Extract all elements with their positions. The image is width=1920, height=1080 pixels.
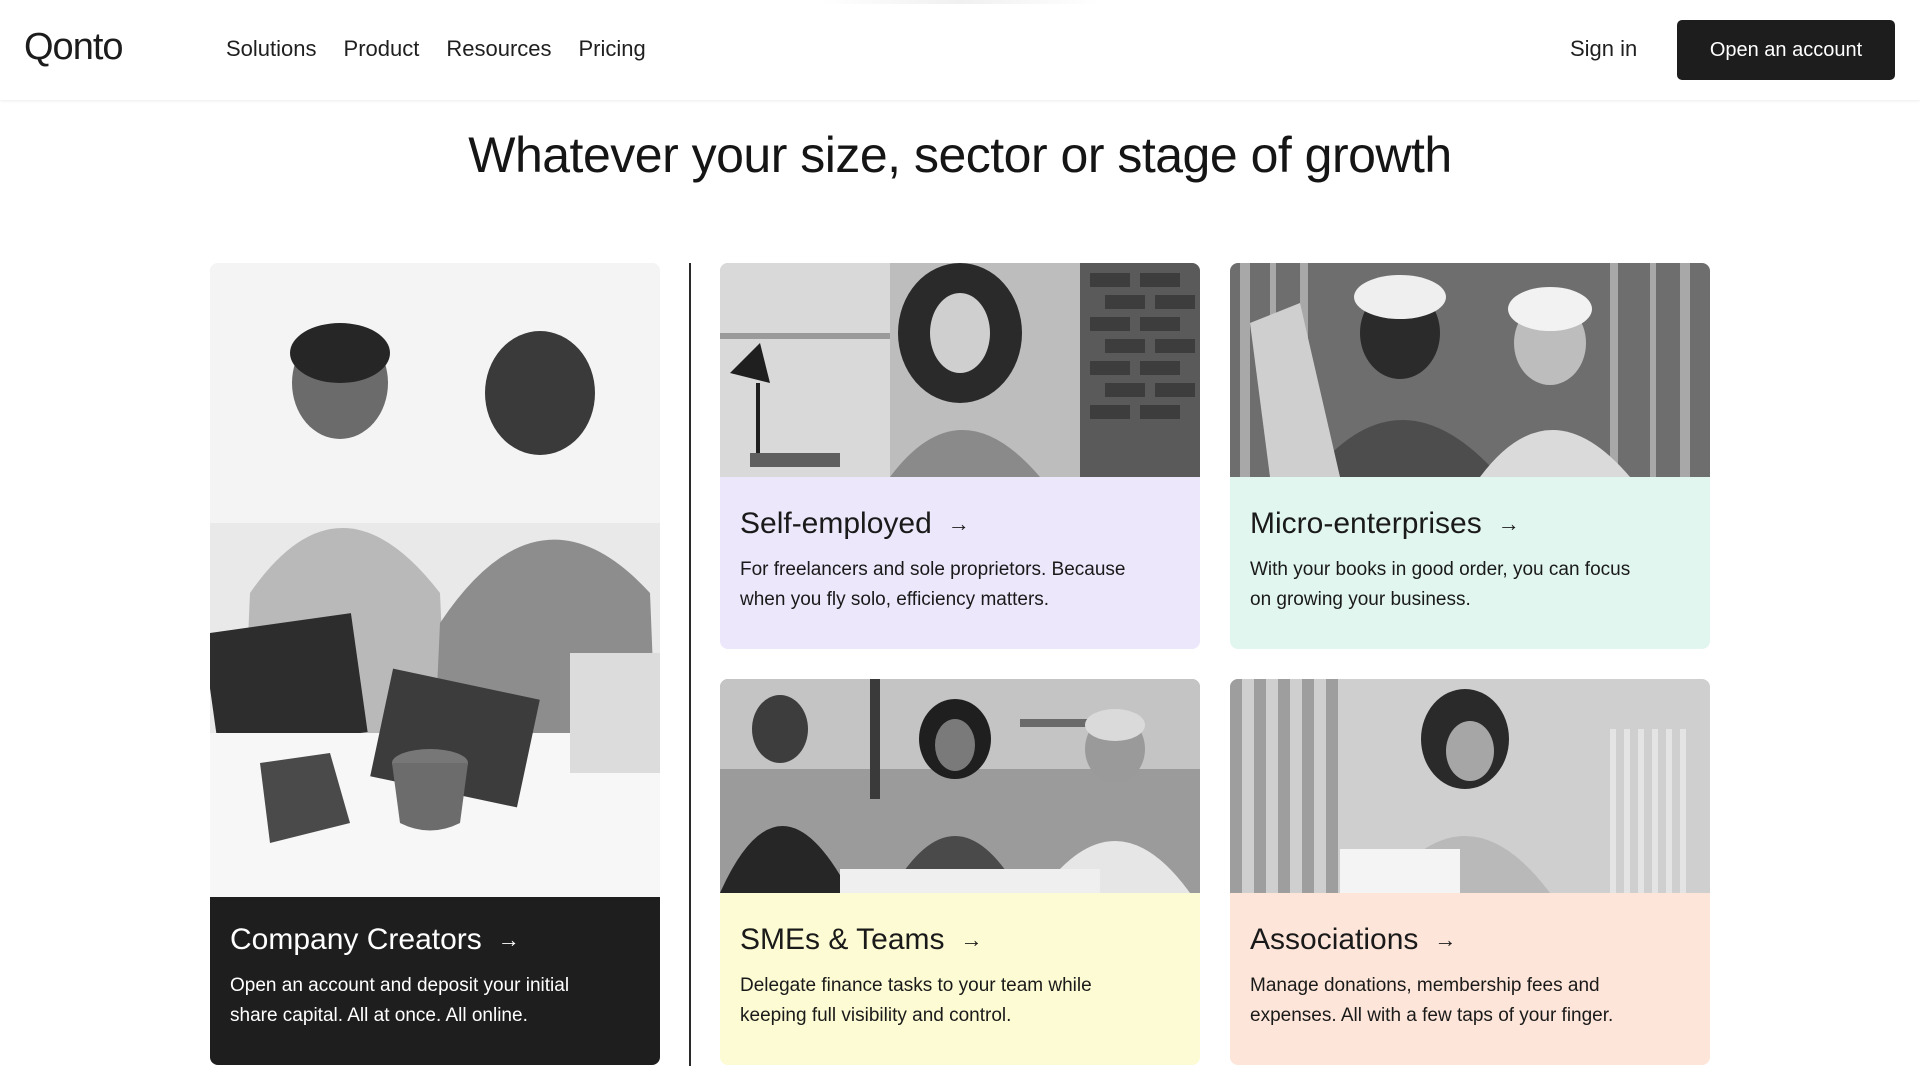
smes-teams-title: SMEs & Teams →	[740, 923, 983, 956]
card-micro-enterprises[interactable]: Micro-enterprises → With your books in g…	[1230, 263, 1710, 649]
card-associations[interactable]: Associations → Manage donations, members…	[1230, 679, 1710, 1065]
associations-title: Associations →	[1250, 923, 1457, 956]
smes-teams-body: SMEs & Teams → Delegate finance tasks to…	[720, 893, 1200, 1065]
micro-enterprises-photo	[1230, 263, 1710, 477]
arrow-right-icon: →	[1434, 927, 1457, 952]
self-employed-description: For freelancers and sole proprietors. Be…	[740, 559, 1126, 610]
nav-resources[interactable]: Resources	[446, 36, 551, 62]
main-nav: Solutions Product Resources Pricing	[226, 36, 646, 62]
arrow-right-icon: →	[1497, 511, 1520, 536]
card-self-employed[interactable]: Self-employed → For freelancers and sole…	[720, 263, 1200, 649]
arrow-right-icon: →	[960, 927, 983, 952]
card-smes-teams[interactable]: SMEs & Teams → Delegate finance tasks to…	[720, 679, 1200, 1065]
card-company-creators[interactable]: Company Creators → Open an account and d…	[210, 263, 660, 1065]
sign-in-link[interactable]: Sign in	[1570, 36, 1637, 62]
company-creators-title: Company Creators →	[230, 923, 520, 956]
nav-pricing[interactable]: Pricing	[579, 36, 646, 62]
vertical-divider	[689, 263, 691, 1066]
associations-photo	[1230, 679, 1710, 893]
smes-teams-description: Delegate finance tasks to your team whil…	[740, 975, 1092, 1026]
company-creators-body: Company Creators → Open an account and d…	[210, 897, 660, 1065]
site-header: Qonto Solutions Product Resources Pricin…	[0, 0, 1920, 100]
micro-enterprises-title: Micro-enterprises →	[1250, 507, 1520, 540]
qonto-logo[interactable]: Qonto	[24, 26, 124, 69]
arrow-right-icon: →	[497, 927, 520, 952]
company-creators-description: Open an account and deposit your initial…	[230, 975, 570, 1026]
associations-body: Associations → Manage donations, members…	[1230, 893, 1710, 1065]
associations-description: Manage donations, membership fees and ex…	[1250, 975, 1614, 1026]
nav-product[interactable]: Product	[344, 36, 420, 62]
self-employed-photo	[720, 263, 1200, 477]
micro-enterprises-body: Micro-enterprises → With your books in g…	[1230, 477, 1710, 649]
top-hint-shadow	[820, 0, 1100, 4]
self-employed-title: Self-employed →	[740, 507, 970, 540]
page-title: Whatever your size, sector or stage of g…	[468, 127, 1452, 183]
smes-teams-photo	[720, 679, 1200, 893]
company-creators-photo	[210, 263, 660, 897]
self-employed-body: Self-employed → For freelancers and sole…	[720, 477, 1200, 649]
micro-enterprises-description: With your books in good order, you can f…	[1250, 559, 1631, 610]
arrow-right-icon: →	[947, 511, 970, 536]
open-account-button[interactable]: Open an account	[1677, 20, 1895, 80]
nav-solutions[interactable]: Solutions	[226, 36, 317, 62]
